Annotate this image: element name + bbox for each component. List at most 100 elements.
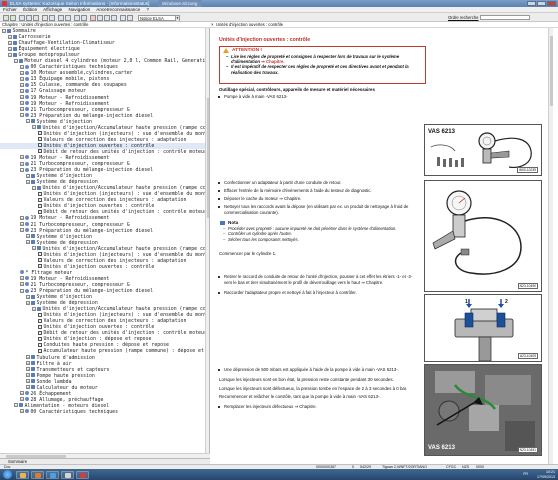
document-scrollbar[interactable] [548,28,553,464]
expand-icon[interactable]: + [20,64,24,69]
taskbar-document[interactable] [76,470,89,479]
expand-icon[interactable]: + [26,294,30,299]
search-icon[interactable] [33,14,39,21]
expand-icon[interactable]: + [20,215,24,220]
minimize-button[interactable] [527,1,536,6]
collapse-icon[interactable]: − [32,185,36,190]
window-icon[interactable] [127,14,133,21]
tree-item[interactable]: +00 Caractéristiques techniques [0,409,209,415]
taskbar-explorer[interactable] [16,470,29,479]
expand-icon[interactable]: + [26,240,30,245]
taskbar-media[interactable] [31,470,44,479]
expand-icon[interactable]: + [20,88,24,93]
attention-text: Il est impératif de respecter ces règles… [231,64,409,75]
step-text: Une dépression de 500 mbars est appliqué… [224,367,399,372]
print-icon[interactable] [42,14,48,21]
expand-icon[interactable]: + [20,391,24,396]
zoom-in-icon[interactable] [58,14,64,21]
expand-icon[interactable]: + [26,361,30,366]
expand-icon[interactable]: + [20,161,24,166]
zoom-out-icon[interactable] [65,14,71,21]
copy-icon[interactable] [81,14,87,21]
collapse-icon[interactable]: − [32,246,36,251]
collapse-icon[interactable]: − [32,306,36,311]
document-scroll-thumb[interactable] [549,36,553,106]
collapse-icon[interactable]: − [20,288,24,293]
document-icon [38,143,42,148]
stop-icon[interactable] [90,14,96,21]
expand-icon[interactable]: + [20,101,24,106]
expand-icon[interactable]: + [26,173,30,178]
result-line: Recommencer et relâcher le contrôle, tan… [219,394,381,399]
expand-icon[interactable]: + [20,222,24,226]
tree-scrollbar[interactable] [205,28,209,453]
expand-icon[interactable]: + [8,46,12,51]
step-item: Effacer l'entrée de la mémoire d'événeme… [218,188,414,194]
expand-icon[interactable]: + [20,70,24,75]
maximize-button[interactable] [537,1,546,6]
document-icon [38,348,42,353]
back-arrow-icon[interactable] [3,14,9,21]
info-icon[interactable] [104,14,110,21]
expand-icon[interactable]: + [8,40,12,45]
tree-scroll-thumb[interactable] [206,98,209,218]
expand-icon[interactable]: + [20,397,24,402]
collapse-icon[interactable]: − [20,113,24,118]
close-button[interactable] [547,1,556,6]
expand-icon[interactable]: + [26,179,30,184]
expand-icon[interactable]: + [26,234,30,239]
help-icon[interactable] [111,14,117,21]
illustration-engine-bay: VAS 6213 N23-10491 [424,364,542,456]
expand-icon[interactable]: + [20,95,24,100]
collapse-icon[interactable]: − [14,403,18,408]
document-icon [38,336,42,341]
refresh-icon[interactable] [97,14,103,21]
notice-select[interactable]: Notice ELSA ▼ [138,14,180,21]
expand-icon[interactable]: + [26,385,30,390]
save-icon[interactable] [49,14,55,21]
expand-icon[interactable]: + [26,379,30,384]
expand-icon[interactable]: + [20,82,24,87]
menu-navigation[interactable]: Navigation [69,7,91,12]
step-text: Remplacer les injecteurs défectueux ⇒ Ch… [224,404,317,409]
window-controls [527,1,556,6]
expand-icon[interactable]: + [26,300,30,305]
collapse-icon[interactable]: − [32,125,36,130]
collapse-icon[interactable]: − [14,58,18,63]
expand-icon[interactable]: + [8,34,12,39]
menu-help[interactable]: ? [146,7,149,12]
expand-icon[interactable]: + [20,276,24,281]
attention-list: Lire les règles de propreté et consignes… [220,54,425,75]
collapse-icon[interactable]: − [26,119,30,124]
expand-icon[interactable]: + [20,409,24,414]
expand-icon[interactable]: + [20,76,24,81]
expand-icon[interactable]: + [26,373,30,378]
expand-icon[interactable]: + [20,282,24,287]
bookmark-icon[interactable] [74,14,80,21]
menu-fichier[interactable]: Fichier [3,7,17,12]
collapse-icon[interactable]: − [8,52,12,57]
collapse-icon[interactable]: − [20,167,24,172]
layout-icon[interactable] [120,14,126,21]
menu-edition[interactable]: Édition [23,7,37,12]
expand-icon[interactable]: + [20,107,24,112]
menu-ancetre[interactable]: Ancetreconnaissance [96,7,140,12]
taskbar-elsa[interactable] [61,470,74,479]
system-clock[interactable]: 10:21 17/09/2013 [537,470,555,479]
search-input[interactable] [479,15,530,21]
expand-icon[interactable]: + [26,355,30,360]
tree-icon[interactable] [26,14,32,21]
session-tab[interactable]: Windows-Sitzung [158,0,202,7]
collapse-icon[interactable]: − [2,28,6,33]
taskbar-app[interactable] [46,470,59,479]
expand-icon[interactable]: + [20,155,24,160]
collapse-icon[interactable]: − [20,228,24,233]
expand-icon[interactable]: + [26,367,30,372]
language-indicator[interactable]: FR [523,472,528,476]
menu-affichage[interactable]: Affichage [43,7,62,12]
home-icon[interactable] [19,14,25,21]
book-icon [31,234,35,239]
forward-arrow-icon[interactable] [10,14,16,21]
document-icon [38,137,42,142]
start-button[interactable] [3,470,12,479]
